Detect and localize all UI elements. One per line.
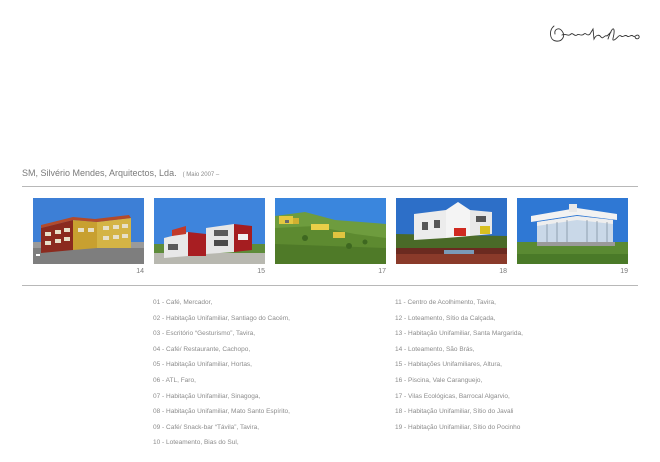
list-item[interactable]: 08 - Habitação Unifamiliar, Mato Santo E…: [153, 404, 290, 420]
thumbnail-number: 17: [378, 268, 386, 275]
list-item[interactable]: 12 - Loteamento, Sítio da Calçada,: [395, 311, 523, 327]
list-item[interactable]: 03 - Escritório “Gesturismo”, Tavira,: [153, 326, 290, 342]
project-list-left: 01 - Café, Mercador, 02 - Habitação Unif…: [153, 295, 290, 451]
list-item[interactable]: 04 - Café/ Restaurante, Cachopo,: [153, 342, 290, 358]
thumbnail-number: 15: [257, 268, 265, 275]
project-thumbnail-15[interactable]: [154, 198, 265, 264]
company-title: SM, Silvério Mendes, Arquitectos, Lda.: [22, 168, 177, 178]
project-thumbnail-19[interactable]: [517, 198, 628, 264]
list-item[interactable]: 19 - Habitação Unifamiliar, Sítio do Poc…: [395, 420, 523, 436]
list-item[interactable]: 16 - Piscina, Vale Caranguejo,: [395, 373, 523, 389]
list-item[interactable]: 06 - ATL, Faro,: [153, 373, 290, 389]
list-item[interactable]: 15 - Habitações Unifamiliares, Altura,: [395, 357, 523, 373]
signature-logo: [550, 25, 640, 42]
thumbnail-number: 18: [499, 268, 507, 275]
list-item[interactable]: 13 - Habitação Unifamiliar, Santa Margar…: [395, 326, 523, 342]
list-item[interactable]: 05 - Habitação Unifamiliar, Hortas,: [153, 357, 290, 373]
render-image-19: [517, 198, 628, 264]
render-image-18: [396, 198, 507, 264]
list-item[interactable]: 18 - Habitação Unifamiliar, Sítio do Jav…: [395, 404, 523, 420]
render-image-17: [275, 198, 386, 264]
project-thumbnail-17[interactable]: [275, 198, 386, 264]
thumbnail-number: 14: [136, 268, 144, 275]
page-header: SM, Silvério Mendes, Arquitectos, Lda. ( …: [22, 168, 219, 178]
list-item[interactable]: 10 - Loteamento, Bias do Sul,: [153, 435, 290, 451]
date-label: ( Maio 2007 –: [182, 172, 220, 178]
list-item[interactable]: 11 - Centro de Acolhimento, Tavira,: [395, 295, 523, 311]
list-item[interactable]: 09 - Café/ Snack-bar “Távila”, Tavira,: [153, 420, 290, 436]
list-item[interactable]: 17 - Vilas Ecológicas, Barrocal Algarvio…: [395, 389, 523, 405]
project-thumbnail-14[interactable]: [33, 198, 144, 264]
thumbnail-number: 19: [620, 268, 628, 275]
bottom-divider: [22, 285, 638, 286]
project-list-right: 11 - Centro de Acolhimento, Tavira, 12 -…: [395, 295, 523, 435]
list-item[interactable]: 02 - Habitação Unifamiliar, Santiago do …: [153, 311, 290, 327]
render-image-14: [33, 198, 144, 264]
project-thumbnail-18[interactable]: [396, 198, 507, 264]
top-divider: [22, 186, 638, 187]
list-item[interactable]: 07 - Habitação Unifamiliar, Sinagoga,: [153, 389, 290, 405]
render-image-15: [154, 198, 265, 264]
list-item[interactable]: 14 - Loteamento, São Brás,: [395, 342, 523, 358]
list-item[interactable]: 01 - Café, Mercador,: [153, 295, 290, 311]
